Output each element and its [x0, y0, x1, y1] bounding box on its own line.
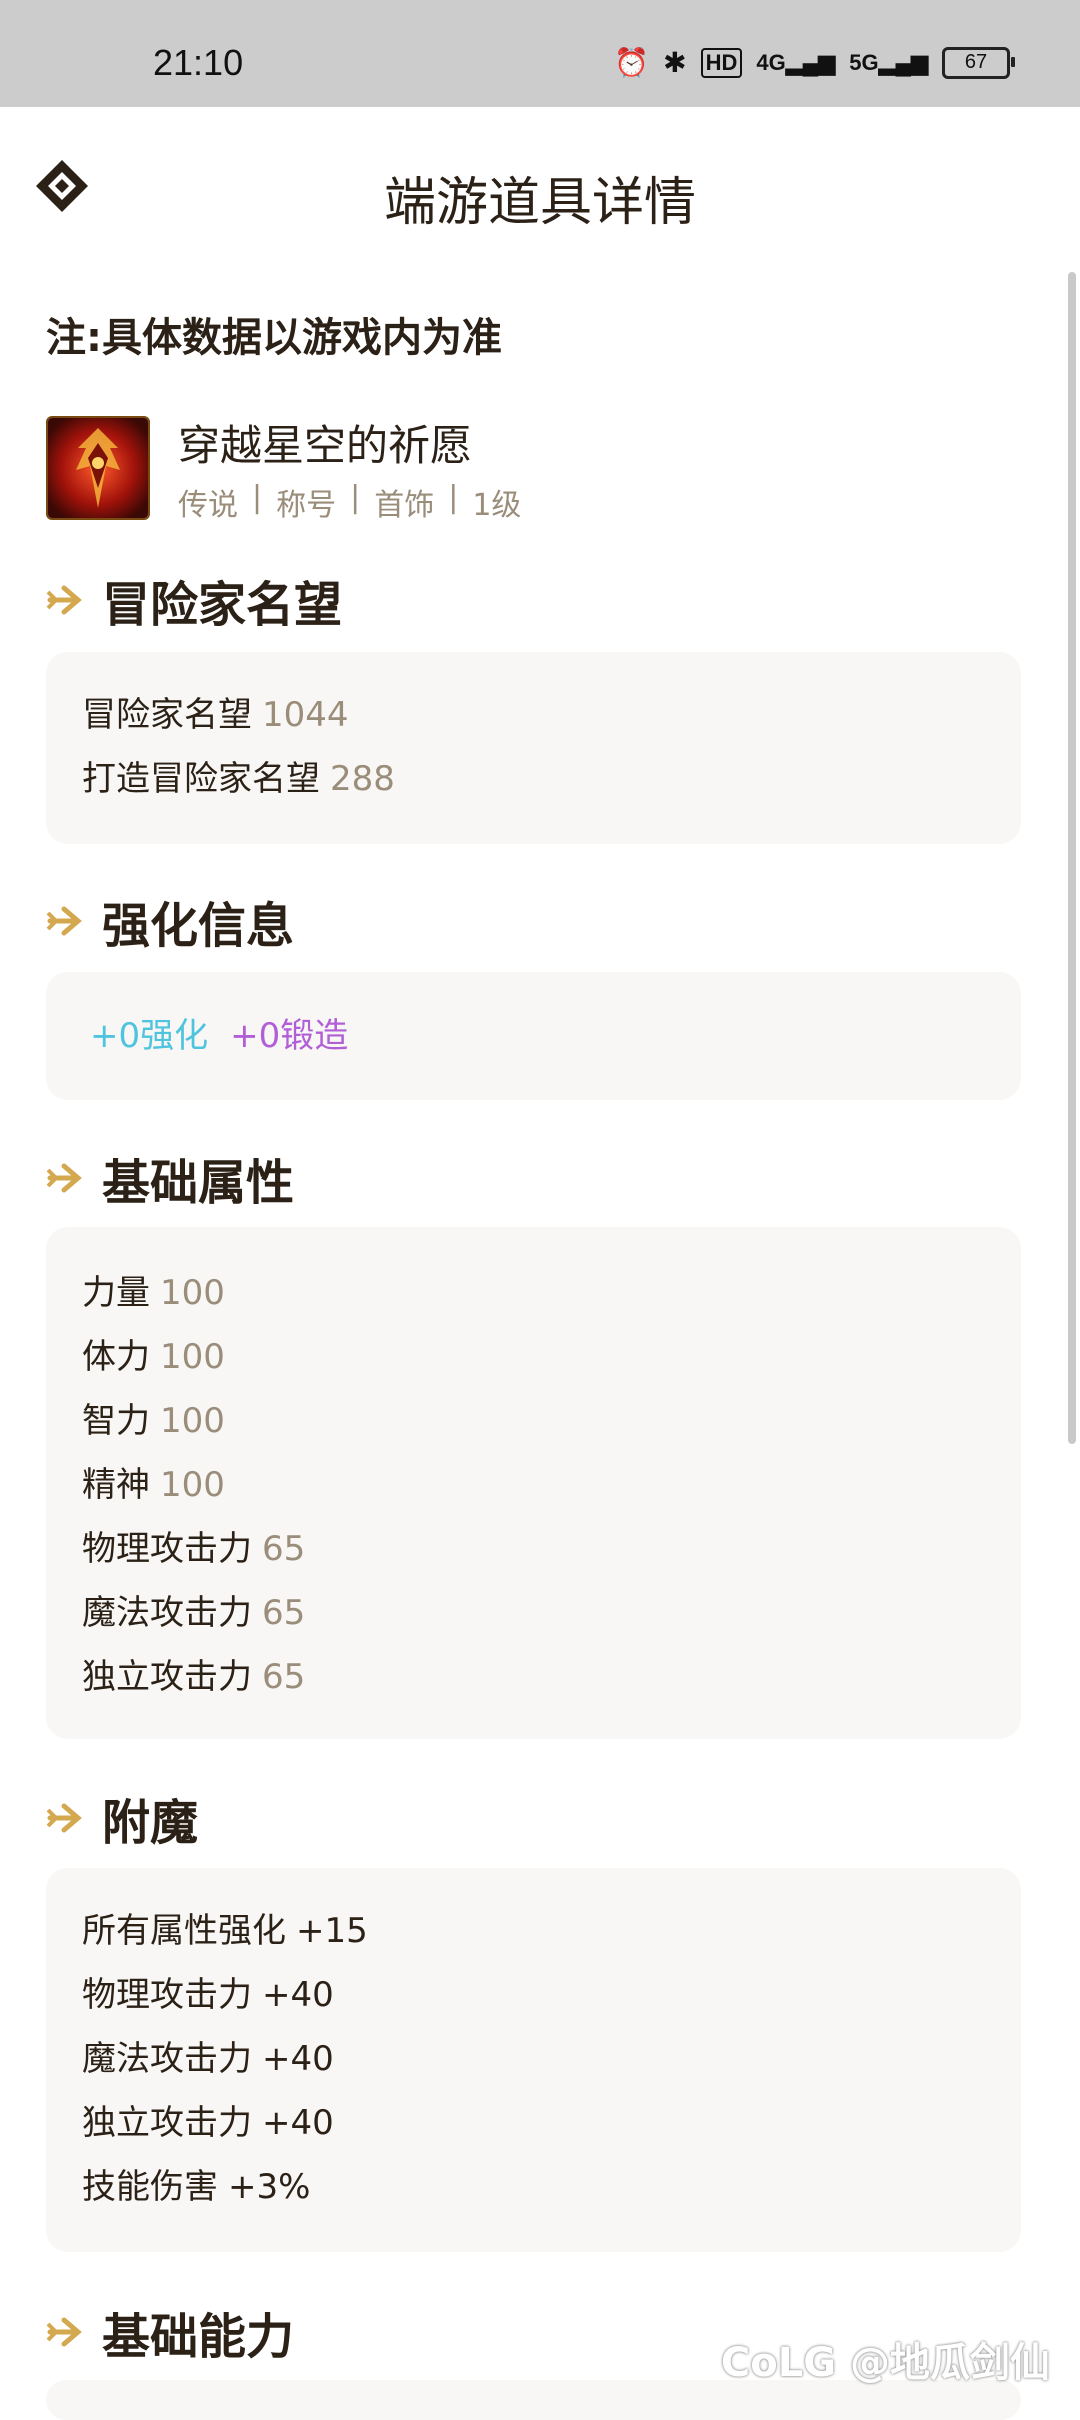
section-title-text: 冒险家名望	[102, 577, 343, 633]
status-time: 21:10	[153, 42, 244, 83]
stat-label: 智力	[82, 1401, 150, 1441]
stat-value: 65	[262, 1529, 306, 1569]
item-emblem-icon	[48, 418, 148, 518]
item-tags: 传说 | 称号 | 首饰 | 1级	[178, 480, 522, 523]
5g-signal-icon: 5G▂▄▆	[849, 49, 928, 75]
stat-row: 力量 100	[82, 1261, 985, 1325]
stat-row: 独立攻击力 +40	[82, 2091, 985, 2155]
stat-value: 65	[262, 1657, 306, 1697]
stat-row: 独立攻击力 65	[82, 1645, 985, 1709]
stat-label: 独立攻击力	[82, 1657, 252, 1697]
section-title-reputation: 冒险家名望	[46, 565, 342, 635]
section-arrow-icon	[46, 1163, 82, 1193]
stat-label: 精神	[82, 1465, 150, 1505]
item-tag-slot: 首饰	[374, 488, 435, 523]
section-title-enhance: 强化信息	[46, 886, 294, 956]
stat-row: 魔法攻击力 65	[82, 1581, 985, 1645]
stat-label: 技能伤害	[82, 2167, 218, 2207]
stat-row: 所有属性强化 +15	[82, 1899, 985, 1963]
alarm-icon: ⏰	[614, 46, 650, 79]
stat-row: 物理攻击力 65	[82, 1517, 985, 1581]
status-icons: ⏰ ✱ HD 4G▂▄▆ 5G▂▄▆ 67	[614, 46, 1015, 79]
hd-icon: HD	[700, 47, 743, 78]
section-title-enchant: 附魔	[46, 1783, 198, 1853]
stat-label: 独立攻击力	[82, 2103, 252, 2143]
reinforce-level: +0强化	[90, 1016, 209, 1056]
stat-value: 100	[160, 1337, 225, 1377]
section-arrow-icon	[46, 585, 82, 615]
stat-label: 物理攻击力	[82, 1975, 252, 2015]
battery-icon: 67	[942, 46, 1015, 79]
stat-label: 体力	[82, 1337, 150, 1377]
enchant-card: 所有属性强化 +15 物理攻击力 +40 魔法攻击力 +40 独立攻击力 +40 技能伤…	[46, 1868, 1021, 2252]
stat-value: 1044	[262, 695, 349, 735]
stat-row: 打造冒险家名望 288	[82, 747, 985, 811]
stat-label: 物理攻击力	[82, 1529, 252, 1569]
section-title-text: 附魔	[102, 1795, 199, 1851]
enhance-row: +0强化 +0锻造	[90, 1004, 985, 1068]
item-tag-type: 称号	[276, 488, 337, 523]
stat-label: 所有属性强化	[82, 1911, 286, 1951]
stat-value: +15	[296, 1911, 368, 1951]
section-title-text: 强化信息	[102, 898, 295, 954]
reputation-card: 冒险家名望 1044 打造冒险家名望 288	[46, 652, 1021, 844]
stat-value: 100	[160, 1273, 225, 1313]
stat-row: 物理攻击力 +40	[82, 1963, 985, 2027]
battery-level: 67	[964, 51, 988, 73]
item-tag-level: 1级	[472, 488, 522, 523]
stat-value: 100	[160, 1401, 225, 1441]
stat-value: 288	[330, 759, 395, 799]
stat-label: 魔法攻击力	[82, 1593, 252, 1633]
stat-label: 冒险家名望	[82, 695, 252, 735]
stat-value: +40	[262, 2103, 334, 2143]
stat-value: +3%	[228, 2167, 311, 2207]
4g-signal-icon: 4G▂▄▆	[756, 49, 836, 75]
stat-label: 魔法攻击力	[82, 2039, 252, 2079]
item-thumbnail	[46, 416, 150, 520]
item-name: 穿越星空的祈愿	[178, 421, 473, 470]
5g-label: 5G	[849, 49, 879, 75]
section-title-base-ability: 基础能力	[46, 2297, 294, 2367]
page-title: 端游道具详情	[383, 173, 696, 233]
stat-row: 智力 100	[82, 1389, 985, 1453]
stat-value: 65	[262, 1593, 306, 1633]
data-disclaimer: 注:具体数据以游戏内为准	[46, 315, 502, 361]
stat-row: 技能伤害 +3%	[82, 2155, 985, 2219]
4g-label: 4G	[756, 49, 786, 75]
section-title-text: 基础属性	[102, 1155, 295, 1211]
stat-row: 精神 100	[82, 1453, 985, 1517]
scrollbar[interactable]	[1068, 272, 1076, 1444]
section-title-base-attrs: 基础属性	[46, 1143, 294, 1213]
base-attrs-card: 力量 100 体力 100 智力 100 精神 100 物理攻击力 65 魔法攻击力 65 …	[46, 1227, 1021, 1739]
item-tag-grade: 传说	[178, 488, 238, 523]
status-bar: 21:10 ⏰ ✱ HD 4G▂▄▆ 5G▂▄▆ 67	[0, 0, 1080, 107]
section-arrow-icon	[46, 2317, 82, 2347]
stat-value: +40	[262, 2039, 334, 2079]
section-title-text: 基础能力	[102, 2309, 295, 2365]
stat-label: 力量	[82, 1273, 150, 1313]
stat-row: 冒险家名望 1044	[82, 683, 985, 747]
stat-value: +40	[262, 1975, 334, 2015]
stat-label: 打造冒险家名望	[82, 759, 320, 799]
section-arrow-icon	[46, 1803, 82, 1833]
forge-level: +0锻造	[230, 1016, 349, 1056]
stat-value: 100	[160, 1465, 225, 1505]
watermark: CoLG @地瓜剑仙	[720, 2340, 1050, 2386]
stat-row: 魔法攻击力 +40	[82, 2027, 985, 2091]
enhance-card: +0强化 +0锻造	[46, 972, 1021, 1100]
stat-row: 体力 100	[82, 1325, 985, 1389]
bluetooth-icon: ✱	[663, 46, 687, 79]
section-arrow-icon	[46, 906, 82, 936]
